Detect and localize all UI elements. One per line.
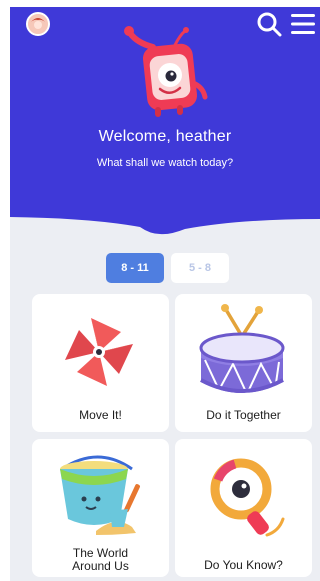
search-icon[interactable] bbox=[256, 11, 282, 37]
category-card-do-it-together[interactable]: Do it Together bbox=[175, 294, 312, 432]
hamburger-menu-icon[interactable] bbox=[290, 12, 316, 36]
avatar-face-icon bbox=[28, 14, 48, 34]
category-card-the-world-around-us[interactable]: The World Around Us bbox=[32, 439, 169, 577]
app-screen: Welcome, heather What shall we watch tod… bbox=[10, 7, 320, 581]
profile-avatar[interactable] bbox=[26, 12, 50, 36]
tab-age-5-8[interactable]: 5 - 8 bbox=[171, 253, 229, 283]
category-label: Do it Together bbox=[206, 408, 281, 422]
welcome-subtitle: What shall we watch today? bbox=[96, 157, 234, 169]
hero-header: Welcome, heather What shall we watch tod… bbox=[10, 7, 320, 242]
category-label: Move It! bbox=[79, 408, 122, 422]
category-label: Do You Know? bbox=[204, 558, 283, 572]
magnifying-glass-icon bbox=[210, 458, 285, 537]
category-card-do-you-know[interactable]: Do You Know? bbox=[175, 439, 312, 577]
tab-age-8-11[interactable]: 8 - 11 bbox=[106, 253, 164, 283]
category-card-move-it[interactable]: Move It! bbox=[32, 294, 169, 432]
welcome-heading: Welcome, heather bbox=[98, 128, 232, 145]
mascot-tv-icon bbox=[124, 26, 208, 117]
category-label: The World Around Us bbox=[72, 546, 129, 573]
